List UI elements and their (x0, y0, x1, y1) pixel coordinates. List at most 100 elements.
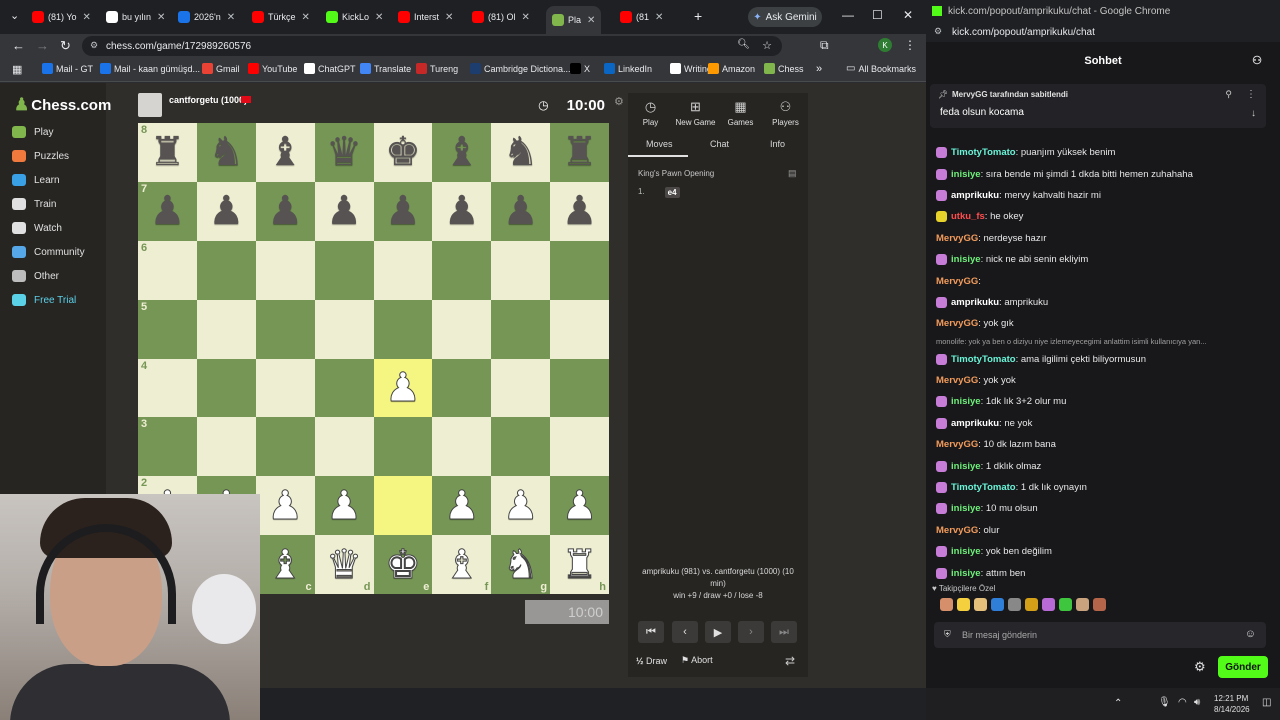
board-square[interactable]: ♝ (255, 123, 315, 182)
reload-icon[interactable]: ↻ (60, 38, 71, 54)
board-square[interactable]: ♟ (196, 181, 256, 241)
chat-username[interactable]: TimotyTomato (951, 482, 1016, 493)
emote[interactable] (1059, 598, 1072, 611)
white-pawn-icon[interactable]: ♟ (267, 485, 304, 526)
board-square[interactable] (550, 358, 609, 418)
board-square[interactable] (432, 358, 492, 418)
browser-tab[interactable]: 2026'n ✕ (172, 6, 241, 28)
close-tab-icon[interactable]: ✕ (227, 12, 235, 23)
black-rook-icon[interactable]: ♜ (150, 132, 186, 172)
close-tab-icon[interactable]: ✕ (375, 12, 383, 23)
top-player-avatar[interactable] (138, 93, 162, 117)
chat-username[interactable]: MervyGG (936, 375, 978, 386)
emote[interactable] (940, 598, 953, 611)
bookmark-item[interactable]: Writing (670, 63, 712, 74)
chat-message[interactable]: inisiye: 10 mu olsun (936, 498, 1272, 519)
board-square[interactable]: ♟ (314, 476, 374, 536)
chat-username[interactable]: amprikuku (951, 418, 999, 429)
black-pawn-icon[interactable]: ♟ (385, 191, 421, 231)
board-square[interactable] (432, 299, 492, 359)
collapse-pinned-icon[interactable]: ↓ (1251, 108, 1256, 119)
emote[interactable] (974, 598, 987, 611)
white-queen-icon[interactable]: ♛ (326, 544, 363, 585)
board-square[interactable]: ♟ (314, 181, 374, 241)
pinned-menu-icon[interactable]: ⋮ (1246, 89, 1256, 100)
minimize-icon[interactable]: — (842, 8, 854, 22)
board-square[interactable]: ♝ (432, 123, 492, 182)
board-square[interactable]: e ♚ (373, 535, 433, 594)
browser-tab[interactable]: (81) Ol ✕ (466, 6, 536, 28)
bookmark-item[interactable]: Mail - kaan gümüşd... (100, 63, 200, 74)
bookmark-item[interactable]: LinkedIn (604, 63, 652, 74)
black-pawn-icon[interactable]: ♟ (503, 191, 539, 231)
black-bishop-icon[interactable]: ♝ (444, 132, 480, 172)
board-square[interactable]: 4 (138, 358, 197, 418)
board-square[interactable]: g ♞ (491, 535, 551, 594)
board-square[interactable] (373, 476, 433, 536)
board-square[interactable]: 7 ♟ (138, 181, 197, 241)
ask-gemini-button[interactable]: ✦ Ask Gemini (748, 7, 822, 27)
chat-username[interactable]: utku_fs (951, 211, 985, 222)
board-square[interactable]: d ♛ (314, 535, 374, 594)
chat-username[interactable]: MervyGG (936, 318, 978, 329)
chat-username[interactable]: inisiye (951, 461, 981, 472)
chat-users-icon[interactable]: ⚇ (1252, 54, 1262, 67)
close-tab-icon[interactable]: ✕ (302, 12, 310, 23)
white-knight-icon[interactable]: ♞ (502, 544, 539, 585)
sidebar-item-watch[interactable]: Watch (12, 222, 62, 234)
last-move-button[interactable]: ⏭ (771, 621, 797, 643)
sidebar-item-train[interactable]: Train (12, 198, 56, 210)
browser-tab[interactable]: Pla ✕ (546, 6, 602, 34)
bookmark-item[interactable]: Tureng (416, 63, 458, 74)
board-square[interactable] (314, 299, 374, 359)
extensions-icon[interactable]: ⧉ (820, 38, 829, 53)
board-settings-icon[interactable]: ⚙ (614, 95, 624, 108)
bookmark-item[interactable]: Amazon (708, 63, 755, 74)
top-player-name[interactable]: cantforgetu (1000) (169, 95, 247, 105)
chat-username[interactable]: TimotyTomato (951, 147, 1016, 158)
emote[interactable] (1076, 598, 1089, 611)
chat-message[interactable]: inisiye: yok ben değilim (936, 541, 1272, 562)
board-square[interactable]: ♟ (432, 476, 492, 536)
chat-message[interactable]: amprikuku: mervy kahvalti hazir mi (936, 185, 1272, 206)
copy-pgn-icon[interactable]: ▤ (788, 168, 797, 179)
board-square[interactable] (255, 240, 315, 300)
nav-games[interactable]: ▦ Games (718, 99, 763, 127)
board-square[interactable] (550, 417, 609, 477)
sidebar-item-other[interactable]: Other (12, 270, 59, 282)
all-bookmarks-folder[interactable]: ▭ All Bookmarks (846, 63, 916, 74)
board-square[interactable]: ♟ (491, 181, 551, 241)
white-pawn-icon[interactable]: ♟ (561, 485, 598, 526)
board-square[interactable] (255, 299, 315, 359)
black-rook-icon[interactable]: ♜ (562, 132, 598, 172)
browser-tab[interactable]: bu yılın ✕ (100, 6, 171, 28)
volume-icon[interactable]: 🔊︎ (1194, 697, 1200, 708)
board-square[interactable] (314, 240, 374, 300)
chat-message-input[interactable]: ⛨ Bir mesaj gönderin ☺ (934, 622, 1266, 648)
chat-message[interactable]: MervyGG: (936, 270, 1272, 291)
chat-username[interactable]: inisiye (951, 503, 981, 514)
chat-message[interactable]: amprikuku: ne yok (936, 413, 1272, 434)
board-square[interactable]: ♟ (432, 181, 492, 241)
board-square[interactable]: 3 (138, 417, 197, 477)
board-square[interactable]: ♞ (196, 123, 256, 182)
chat-message[interactable]: TimotyTomato: ama ilgilimi çekti biliyor… (936, 349, 1272, 370)
black-knight-icon[interactable]: ♞ (503, 132, 539, 172)
clock-time[interactable]: 12:21 PM (1214, 694, 1248, 703)
bookmark-item[interactable]: Chess (764, 63, 804, 74)
new-tab-icon[interactable]: + (694, 8, 702, 24)
profile-avatar[interactable]: K (878, 38, 892, 52)
chat-message[interactable]: inisiye: nick ne abi senin ekliyim (936, 249, 1272, 270)
chat-username[interactable]: inisiye (951, 169, 981, 180)
bookmark-item[interactable]: Translate (360, 63, 411, 74)
emoji-icon[interactable]: ☺ (1245, 628, 1256, 640)
url-field[interactable]: ⚙ chess.com/game/172989260576 ☆ 🔍︎ (82, 36, 782, 56)
board-square[interactable]: ♚ (373, 123, 433, 182)
close-window-icon[interactable]: ✕ (903, 8, 913, 22)
chess-logo[interactable]: ♟ Chess.com (14, 95, 111, 115)
chat-message[interactable]: MervyGG: nerdeyse hazır (936, 228, 1272, 249)
wifi-icon[interactable]: ◠ (1178, 697, 1187, 708)
chat-message[interactable]: inisiye: sıra bende mi şimdi 1 dkda bitt… (936, 163, 1272, 184)
board-square[interactable] (491, 240, 551, 300)
emote[interactable] (1042, 598, 1055, 611)
